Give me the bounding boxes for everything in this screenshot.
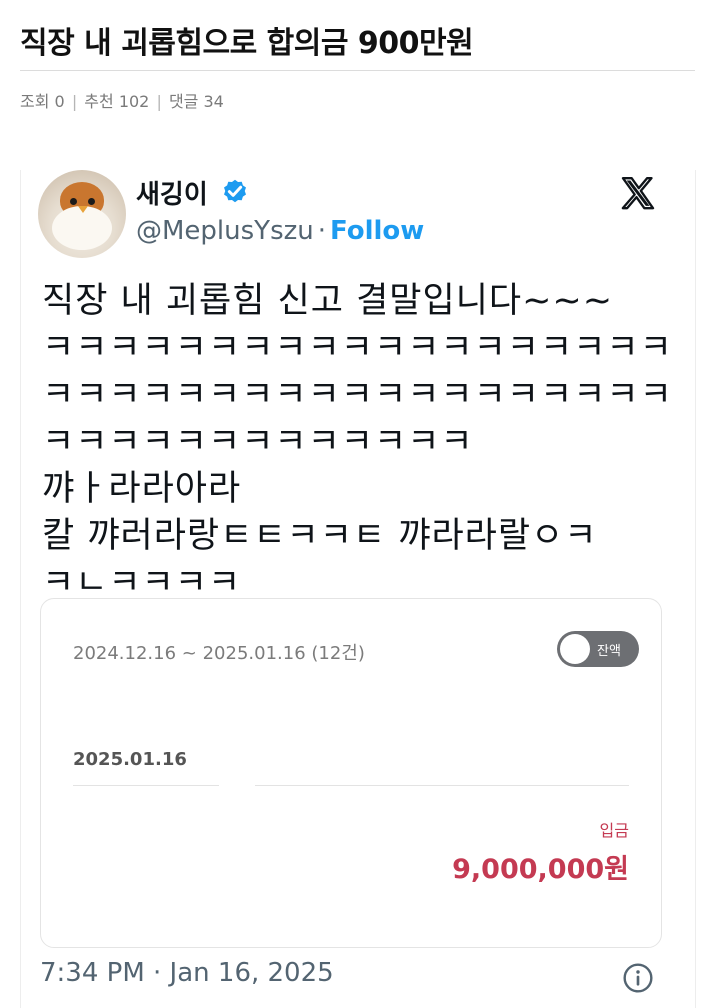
follow-button[interactable]: Follow — [330, 216, 424, 246]
meta-separator: | — [156, 92, 162, 111]
avatar-bird-beak — [78, 206, 88, 213]
handle-dot: · — [317, 216, 326, 246]
meta-separator: | — [71, 92, 78, 111]
detail-underline — [255, 785, 629, 786]
avatar-bird-eye — [88, 198, 95, 205]
page: 직장 내 괴롭힘으로 합의금 900만원 조회 0 | 추천 102 | 댓글 … — [0, 0, 714, 1008]
avatar-bird-eye — [70, 198, 77, 205]
tweet-border-right — [695, 170, 696, 1008]
post-meta: 조회 0 | 추천 102 | 댓글 34 — [20, 88, 224, 112]
balance-toggle[interactable]: 잔액 — [557, 631, 639, 667]
post-title: 직장 내 괴롭힘으로 합의금 900만원 — [20, 26, 474, 61]
verified-badge-icon — [224, 179, 246, 203]
title-divider — [20, 70, 695, 71]
display-name[interactable]: 새깅이 — [136, 174, 208, 211]
date-underline — [73, 785, 219, 786]
user-avatar[interactable] — [38, 170, 126, 258]
user-handle-line: @MeplusYszu · Follow — [136, 216, 424, 246]
transaction-date-range[interactable]: 2024.12.16 ~ 2025.01.16 (12건) — [73, 639, 365, 665]
view-count: 조회 0 — [20, 92, 65, 111]
balance-toggle-label: 잔액 — [597, 644, 621, 659]
deposit-amount: 9,000,000원 — [452, 854, 629, 885]
recommend-count: 추천 102 — [84, 92, 150, 111]
info-icon[interactable] — [622, 962, 654, 994]
bank-transaction-card: 2024.12.16 ~ 2025.01.16 (12건) 잔액 2025.01… — [40, 598, 662, 948]
tweet-embed: 새깅이 @MeplusYszu · Follow 직장 내 괴롭힘 신고 결말입니다… — [20, 150, 696, 1008]
toggle-knob — [560, 634, 590, 664]
tweet-timestamp[interactable]: 7:34 PM · Jan 16, 2025 — [40, 958, 334, 988]
tweet-text: 직장 내 괴롭힘 신고 결말입니다~~~ ㅋㅋㅋㅋㅋㅋㅋㅋㅋㅋㅋㅋㅋㅋㅋㅋㅋㅋㅋ… — [42, 281, 673, 603]
transaction-date: 2025.01.16 — [73, 749, 187, 770]
comment-count[interactable]: 댓글 34 — [169, 92, 224, 111]
x-logo-icon[interactable] — [618, 174, 658, 214]
user-handle[interactable]: @MeplusYszu — [136, 216, 314, 246]
tweet-border-left — [20, 170, 21, 1008]
deposit-label: 입금 — [599, 821, 629, 840]
